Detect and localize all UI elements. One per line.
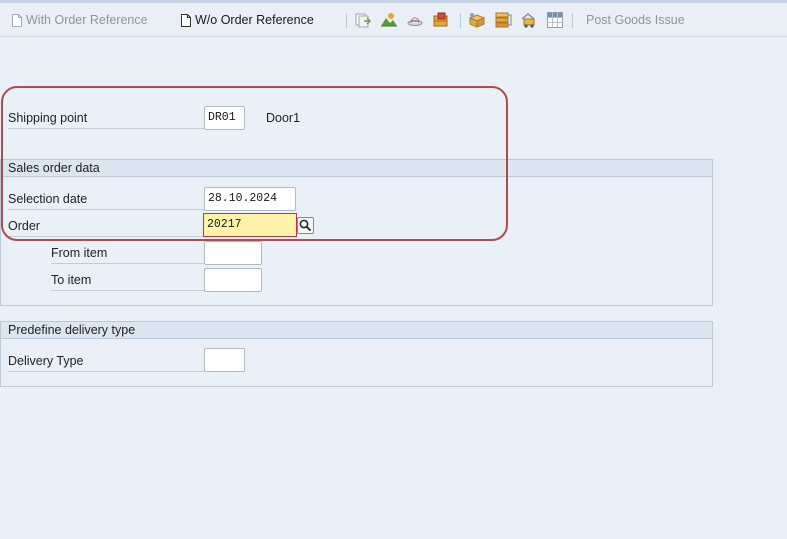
delivery-type-label: Delivery Type: [8, 350, 204, 372]
selection-date-label: Selection date: [8, 188, 204, 210]
from-item-label: From item: [51, 242, 204, 264]
landscape-icon[interactable]: [380, 11, 398, 29]
hat-icon[interactable]: [406, 11, 424, 29]
stack-icon[interactable]: [494, 11, 512, 29]
application-toolbar: With Order Reference W/o Order Reference: [0, 3, 787, 37]
toolbar-separator: [346, 13, 347, 28]
order-label: Order: [8, 215, 204, 237]
magnifier-icon: [299, 219, 312, 232]
toolbar-separator: [572, 13, 573, 28]
with-order-reference-label: With Order Reference: [26, 13, 148, 27]
with-order-reference-button[interactable]: With Order Reference: [12, 3, 148, 37]
from-item-input[interactable]: [204, 241, 262, 265]
document-icon: [12, 13, 22, 27]
delivery-type-input[interactable]: [204, 348, 245, 372]
shipping-point-description: Door1: [266, 111, 301, 125]
delivery-type-group-title: Predefine delivery type: [1, 322, 712, 339]
wo-order-reference-button[interactable]: W/o Order Reference: [181, 3, 314, 37]
to-item-label: To item: [51, 269, 204, 291]
to-item-input[interactable]: [204, 268, 262, 292]
shipping-point-label: Shipping point: [8, 107, 204, 129]
shipping-point-input[interactable]: DR01: [204, 106, 245, 130]
wo-order-reference-label: W/o Order Reference: [195, 13, 314, 27]
order-input[interactable]: 20217: [203, 213, 297, 237]
document-icon: [181, 13, 191, 27]
toolbar-separator: [460, 13, 461, 28]
post-goods-issue-button[interactable]: Post Goods Issue: [586, 3, 685, 37]
selection-date-input[interactable]: 28.10.2024: [204, 187, 296, 211]
copy-forward-icon[interactable]: [354, 11, 372, 29]
package-icon[interactable]: [468, 11, 486, 29]
truck-icon[interactable]: [520, 11, 538, 29]
delivery-box-icon[interactable]: [432, 11, 450, 29]
sales-order-data-title: Sales order data: [1, 160, 712, 177]
post-goods-issue-label: Post Goods Issue: [586, 13, 685, 27]
order-search-help-button[interactable]: [297, 217, 314, 234]
grid-icon[interactable]: [546, 11, 564, 29]
